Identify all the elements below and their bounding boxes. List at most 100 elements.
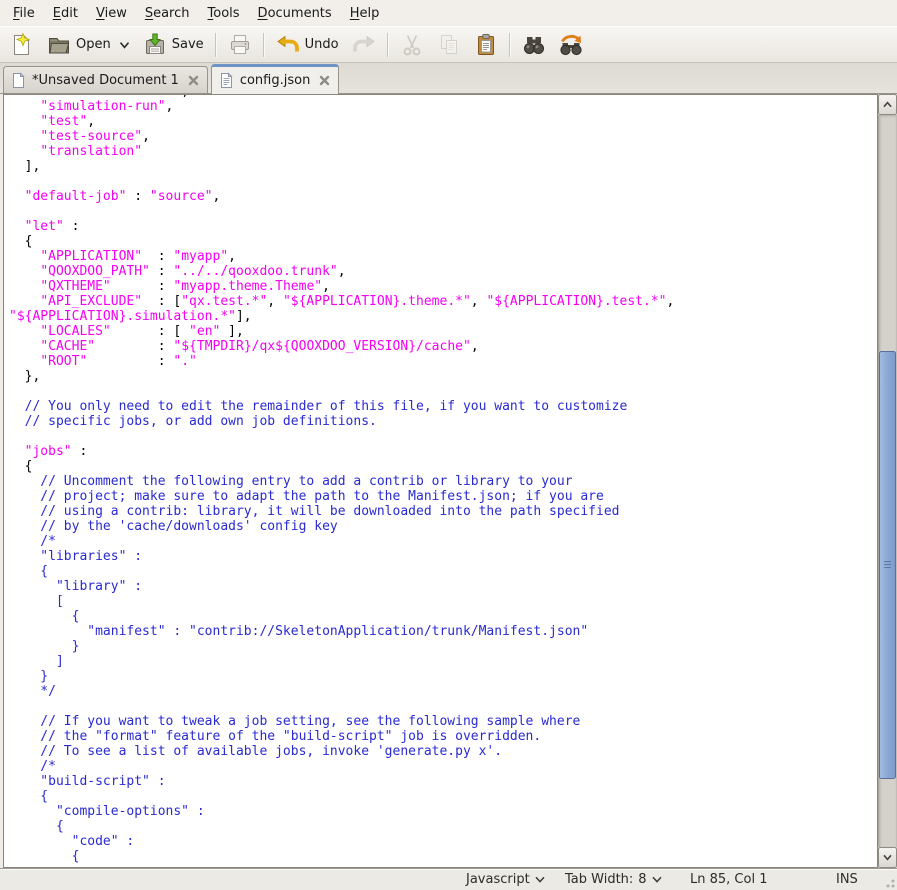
find-button[interactable] xyxy=(516,30,552,60)
tab-label: config.json xyxy=(240,73,311,88)
code-line: "library" : xyxy=(9,579,877,594)
menu-label: T xyxy=(208,6,214,21)
open-button[interactable]: Open xyxy=(41,30,136,60)
code-line: { xyxy=(9,564,877,579)
code-line: /* xyxy=(9,759,877,774)
close-icon[interactable] xyxy=(318,74,331,87)
code-line: "CACHE" : "${TMPDIR}/qx${QOOXDOO_VERSION… xyxy=(9,339,877,354)
undo-button-label: Undo xyxy=(305,37,339,52)
copy-icon xyxy=(437,33,461,57)
tab-width-selector[interactable]: Tab Width: 8 xyxy=(565,872,662,887)
code-line: "default-job" : "source", xyxy=(9,189,877,204)
code-line: { xyxy=(9,234,877,249)
find-icon xyxy=(522,33,546,57)
vertical-scrollbar[interactable] xyxy=(878,94,897,868)
print-button[interactable] xyxy=(222,30,258,60)
code-line xyxy=(9,429,877,444)
cursor-position: Ln 85, Col 1 xyxy=(690,872,767,887)
chevron-down-icon[interactable] xyxy=(119,41,130,49)
toolbar-separator xyxy=(263,33,265,57)
menu-search[interactable]: Search xyxy=(136,2,199,25)
save-icon xyxy=(143,33,167,57)
tab-bar: *Unsaved Document 1 config.json xyxy=(0,63,897,94)
code-line: "manifest" : "contrib://SkeletonApplicat… xyxy=(9,624,877,639)
chevron-down-icon xyxy=(535,876,545,883)
language-label: Javascript xyxy=(466,872,530,887)
code-line xyxy=(9,204,877,219)
code-line: "libraries" : xyxy=(9,549,877,564)
find-replace-icon xyxy=(559,33,583,57)
code-line: /* xyxy=(9,534,877,549)
code-line: { xyxy=(9,789,877,804)
code-line: // by the 'cache/downloads' config key xyxy=(9,519,877,534)
printer-icon xyxy=(228,33,252,57)
toolbar-separator xyxy=(387,33,389,57)
undo-button[interactable]: Undo xyxy=(270,30,345,60)
paste-button[interactable] xyxy=(468,30,504,60)
tab-config-json[interactable]: config.json xyxy=(211,64,340,94)
chevron-down-icon xyxy=(652,876,662,883)
scrollbar-track[interactable] xyxy=(878,115,897,847)
code-line: "let" : xyxy=(9,219,877,234)
open-button-label: Open xyxy=(76,37,111,52)
menu-bar: FileEditViewSearchToolsDocumentsHelp xyxy=(0,0,897,26)
language-selector[interactable]: Javascript xyxy=(466,872,545,887)
code-line: "QOOXDOO_PATH" : "../../qooxdoo.trunk", xyxy=(9,264,877,279)
menu-help[interactable]: Help xyxy=(341,2,389,25)
gedit-window: FileEditViewSearchToolsDocumentsHelp Ope… xyxy=(0,0,897,890)
menu-file[interactable]: File xyxy=(4,2,44,25)
code-line: }, xyxy=(9,369,877,384)
scroll-down-button[interactable] xyxy=(878,847,897,868)
menu-label: E xyxy=(53,6,61,21)
code-line: "${APPLICATION}.simulation.*"], xyxy=(9,309,877,324)
save-button[interactable]: Save xyxy=(137,30,210,60)
toolbar-separator xyxy=(215,33,217,57)
chevron-up-icon xyxy=(883,101,892,108)
menu-tools[interactable]: Tools xyxy=(199,2,249,25)
tab-label: *Unsaved Document 1 xyxy=(32,73,179,88)
close-icon[interactable] xyxy=(187,74,200,87)
resize-grip[interactable] xyxy=(882,875,896,889)
menu-edit[interactable]: Edit xyxy=(44,2,87,25)
code-line: // To see a list of available jobs, invo… xyxy=(9,744,877,759)
code-line xyxy=(9,384,877,399)
folder-open-icon xyxy=(47,33,71,57)
code-line: "API_EXCLUDE" : ["qx.test.*", "${APPLICA… xyxy=(9,294,877,309)
menu-view[interactable]: View xyxy=(87,2,136,25)
text-editor[interactable]: "simulation-build", "simulation-run", "t… xyxy=(3,94,878,868)
toolbar-separator xyxy=(509,33,511,57)
new-button[interactable] xyxy=(4,30,40,60)
menu-label: D xyxy=(258,6,268,21)
replace-button[interactable] xyxy=(553,30,589,60)
menu-label: S xyxy=(145,6,153,21)
code-line: { xyxy=(9,819,877,834)
editor-area: "simulation-build", "simulation-run", "t… xyxy=(0,94,897,868)
code-area[interactable]: "simulation-build", "simulation-run", "t… xyxy=(4,94,877,864)
chevron-down-icon xyxy=(883,854,892,861)
code-line: "test", xyxy=(9,114,877,129)
code-line: "jobs" : xyxy=(9,444,877,459)
code-line: "compile-options" : xyxy=(9,804,877,819)
tab-unsaved-document-1[interactable]: *Unsaved Document 1 xyxy=(3,66,208,93)
scrollbar-thumb[interactable] xyxy=(879,351,896,779)
code-line: "code" : xyxy=(9,834,877,849)
code-line: "LOCALES" : [ "en" ], xyxy=(9,324,877,339)
code-line: // using a contrib: library, it will be … xyxy=(9,504,877,519)
scroll-up-button[interactable] xyxy=(878,94,897,115)
menu-label: F xyxy=(13,6,20,21)
copy-button xyxy=(431,30,467,60)
menu-label: V xyxy=(96,6,105,21)
menu-documents[interactable]: Documents xyxy=(249,2,341,25)
code-line: "APPLICATION" : "myapp", xyxy=(9,249,877,264)
redo-button xyxy=(346,30,382,60)
code-line: "test-source", xyxy=(9,129,877,144)
code-line: // specific jobs, or add own job definit… xyxy=(9,414,877,429)
code-line xyxy=(9,174,877,189)
toolbar: Open Save Undo xyxy=(0,26,897,63)
insert-mode-indicator: INS xyxy=(836,872,858,887)
tab-width-value: 8 xyxy=(638,872,646,887)
undo-icon xyxy=(276,33,300,57)
code-line: "simulation-run", xyxy=(9,99,877,114)
code-line: ] xyxy=(9,654,877,669)
code-line: "QXTHEME" : "myapp.theme.Theme", xyxy=(9,279,877,294)
